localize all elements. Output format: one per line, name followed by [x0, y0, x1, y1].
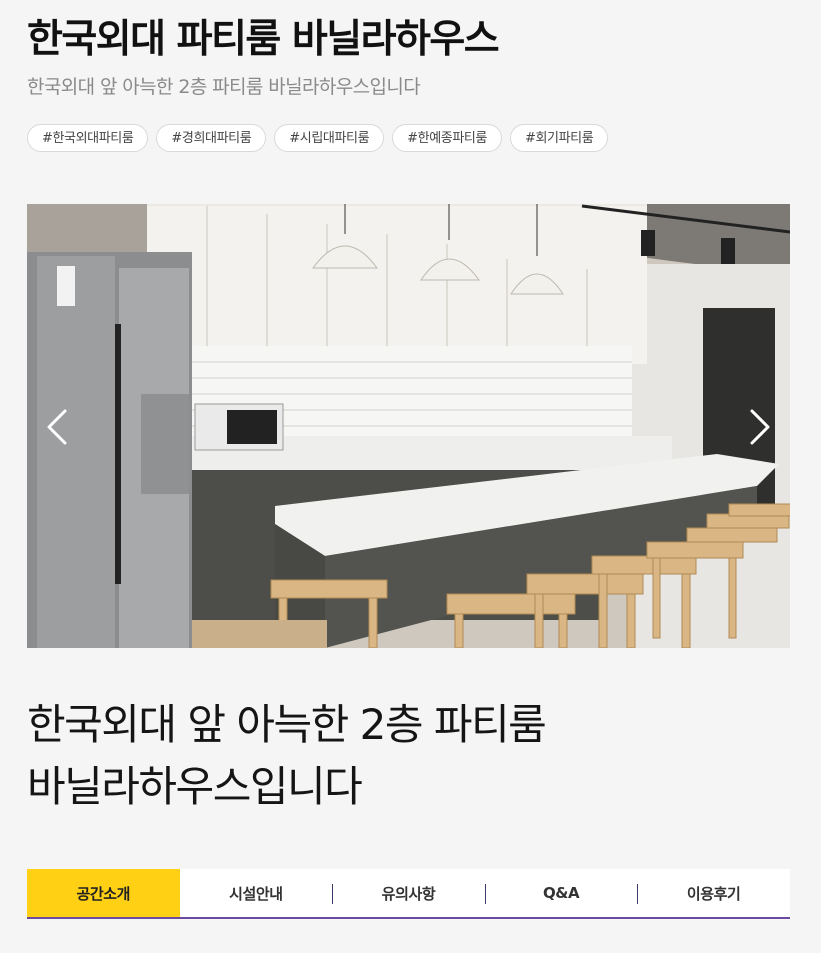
- kitchen-photo: [27, 204, 790, 648]
- tag-chip[interactable]: #한예종파티룸: [392, 124, 502, 152]
- description-line: 바닐라하우스입니다: [27, 762, 363, 811]
- space-description: 한국외대 앞 아늑한 2층 파티룸 바닐라하우스입니다: [27, 694, 790, 818]
- tag-chip[interactable]: #회기파티룸: [510, 124, 609, 152]
- tab-reviews[interactable]: 이용후기: [637, 869, 790, 917]
- page-title: 한국외대 파티룸 바닐라하우스: [27, 17, 500, 62]
- tab-qna[interactable]: Q&A: [484, 869, 638, 917]
- gallery-next-button[interactable]: [748, 409, 772, 445]
- description-line: 한국외대 앞 아늑한 2층 파티룸: [27, 700, 547, 749]
- chevron-right-icon: [750, 409, 770, 445]
- gallery-prev-button[interactable]: [45, 409, 69, 445]
- section-tabs: 공간소개 시설안내 유의사항 Q&A 이용후기: [27, 869, 790, 919]
- tab-space-intro[interactable]: 공간소개: [27, 869, 180, 917]
- photo-gallery[interactable]: [27, 204, 790, 648]
- tag-list: #한국외대파티룸 #경희대파티룸 #시립대파티룸 #한예종파티룸 #회기파티룸: [27, 124, 609, 152]
- tag-chip[interactable]: #한국외대파티룸: [27, 124, 149, 152]
- tag-chip[interactable]: #경희대파티룸: [156, 124, 267, 152]
- chevron-left-icon: [47, 409, 67, 445]
- tab-notices[interactable]: 유의사항: [332, 869, 485, 917]
- tag-chip[interactable]: #시립대파티룸: [274, 124, 385, 152]
- page-subtitle: 한국외대 앞 아늑한 2층 파티룸 바닐라하우스입니다: [27, 76, 421, 98]
- tab-facilities[interactable]: 시설안내: [180, 869, 333, 917]
